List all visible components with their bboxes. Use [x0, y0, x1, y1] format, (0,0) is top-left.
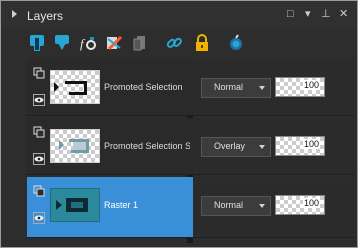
opacity-value: 100	[302, 198, 320, 208]
opacity-value: 100	[302, 139, 320, 149]
layer-thumbnail[interactable]	[50, 129, 100, 163]
layer-group-icon[interactable]	[33, 185, 45, 197]
layer-thumbnail[interactable]	[50, 188, 100, 222]
blend-mode-dropdown[interactable]: Normal	[201, 78, 271, 98]
chevron-down-icon	[259, 204, 265, 208]
link-layers-icon[interactable]	[165, 34, 183, 52]
layer-thumbnail[interactable]	[50, 70, 100, 104]
blend-mode-value: Normal	[214, 82, 244, 92]
layer-group-icon[interactable]	[33, 126, 45, 138]
svg-text:f: f	[80, 36, 86, 51]
opacity-slider[interactable]: 100	[275, 77, 325, 97]
blend-mode-dropdown[interactable]: Overlay	[201, 137, 271, 157]
panel-title: Layers	[27, 9, 64, 23]
panel-menu-icon[interactable]: ▾	[305, 8, 311, 20]
visibility-eye-icon[interactable]	[33, 153, 45, 165]
blend-mode-dropdown[interactable]: Normal	[201, 196, 271, 216]
layer-name: Promoted Selection Sh	[104, 141, 190, 151]
blend-mode-value: Normal	[214, 200, 244, 210]
pin-icon[interactable]: ⊥	[321, 8, 331, 20]
opacity-slider[interactable]: 100	[275, 195, 325, 215]
visibility-eye-icon[interactable]	[33, 94, 45, 106]
restore-icon[interactable]: □	[287, 8, 294, 20]
panel-titlebar[interactable]: Layers □ ▾ ⊥ ✕	[1, 1, 357, 29]
layers-gutter	[1, 59, 27, 243]
new-raster-layer-icon[interactable]	[28, 34, 46, 52]
chevron-down-icon	[259, 145, 265, 149]
lock-icon[interactable]	[193, 34, 211, 52]
mask-icon[interactable]	[227, 34, 245, 52]
collapse-arrow-icon[interactable]	[12, 10, 17, 18]
close-icon[interactable]: ✕	[339, 8, 348, 20]
duplicate-layer-icon[interactable]	[131, 34, 149, 52]
opacity-slider[interactable]: 100	[275, 136, 325, 156]
opacity-value: 100	[302, 80, 320, 90]
layer-properties-icon[interactable]: f	[79, 34, 97, 52]
layers-panel: Layers □ ▾ ⊥ ✕ f Promoted Selection Norm…	[0, 0, 358, 248]
blend-mode-value: Overlay	[214, 141, 246, 151]
visibility-eye-icon[interactable]	[33, 212, 45, 224]
new-vector-layer-icon[interactable]	[53, 34, 71, 52]
chevron-down-icon	[259, 86, 265, 90]
delete-layer-icon[interactable]	[105, 34, 123, 52]
layer-name: Promoted Selection	[104, 82, 183, 92]
layer-name: Raster 1	[104, 200, 139, 210]
layer-group-icon[interactable]	[33, 67, 45, 79]
